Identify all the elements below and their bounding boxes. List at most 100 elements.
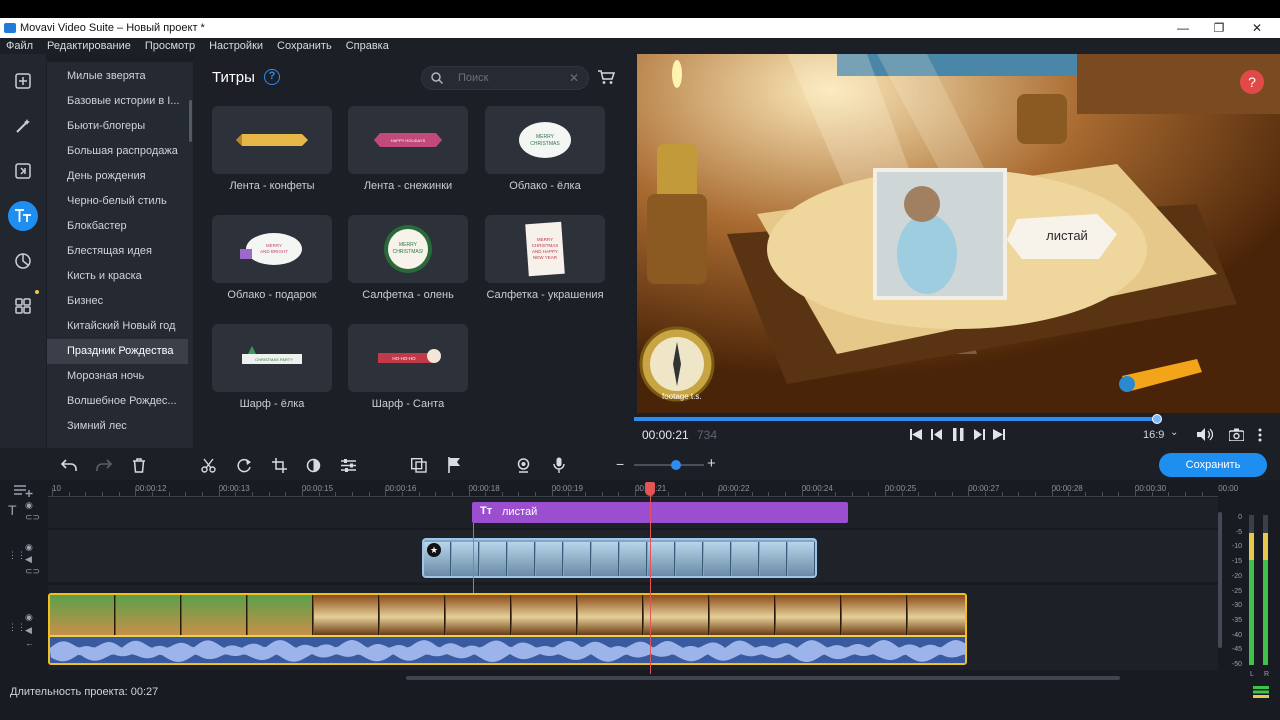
delete-icon[interactable] <box>132 458 146 473</box>
zoom-slider[interactable] <box>634 464 704 466</box>
import-icon[interactable] <box>8 66 38 96</box>
link-icon[interactable]: ⊂⊃ <box>25 566 40 577</box>
cut-icon[interactable] <box>201 458 216 473</box>
title-preset-tile[interactable]: CHRISTMAS PARTY <box>212 324 332 392</box>
link-icon[interactable]: ← <box>25 638 34 648</box>
menu-view[interactable]: Просмотр <box>145 40 195 52</box>
transitions-icon[interactable] <box>8 156 38 186</box>
title-preset-tile[interactable]: MERRY CHRISTMAS AND HAPPY NEW YEAR <box>485 215 605 283</box>
main-video-clip[interactable] <box>48 593 967 665</box>
menu-help[interactable]: Справка <box>346 40 389 52</box>
category-item[interactable]: Морозная ночь <box>47 364 188 389</box>
zoom-in-icon[interactable]: + <box>707 455 716 472</box>
search-input[interactable] <box>458 71 568 85</box>
eye-icon[interactable]: ◉ <box>25 612 33 623</box>
add-track-icon[interactable] <box>14 484 34 497</box>
category-item[interactable]: День рождения <box>47 164 188 189</box>
color-adjust-icon[interactable] <box>306 458 321 473</box>
chevron-down-icon[interactable]: ⌄ <box>1170 427 1178 438</box>
snapshot-icon[interactable] <box>1229 428 1244 441</box>
more-tools-icon[interactable] <box>8 291 38 321</box>
category-item[interactable]: Милые зверята <box>47 64 188 89</box>
rotate-icon[interactable] <box>236 458 252 473</box>
step-forward-icon[interactable] <box>974 429 985 440</box>
category-item[interactable]: Кисть и краска <box>47 264 188 289</box>
clear-search-icon[interactable]: ✕ <box>569 71 579 85</box>
category-item[interactable]: Праздник Рождества <box>47 339 188 364</box>
search-box[interactable]: ✕ <box>421 66 589 90</box>
video-track-icon: ⋮⋮ <box>8 622 26 632</box>
crop-icon[interactable] <box>272 458 287 473</box>
category-item[interactable]: Блокбастер <box>47 214 188 239</box>
overlay-icon[interactable] <box>411 458 427 473</box>
zoom-slider-handle[interactable] <box>671 460 681 470</box>
title-preset-label: Шарф - Санта <box>371 398 445 410</box>
link-icon[interactable]: ⊂⊃ <box>25 512 40 523</box>
eye-icon[interactable]: ◉ <box>25 542 33 553</box>
undo-icon[interactable] <box>60 458 78 472</box>
more-options-icon[interactable] <box>1258 428 1262 442</box>
title-clip[interactable]: Tт листай <box>472 502 848 523</box>
skip-start-icon[interactable] <box>910 429 922 440</box>
playhead-line[interactable] <box>650 482 651 674</box>
title-preset-tile[interactable]: MERRY CHRISTMAS <box>485 106 605 174</box>
category-scrollbar[interactable] <box>189 100 192 142</box>
category-item[interactable]: Китайский Новый год <box>47 314 188 339</box>
step-back-icon[interactable] <box>931 429 942 440</box>
ruler-tick <box>468 488 470 496</box>
category-item[interactable]: Волшебное Рождес... <box>47 389 188 414</box>
title-preset-tile[interactable]: MERRY CHRISTMAS! <box>348 215 468 283</box>
title-preset-label: Лента - конфеты <box>229 180 315 192</box>
title-preset-tile[interactable]: MERRY AND BRIGHT <box>212 215 332 283</box>
playback-handle[interactable] <box>1152 414 1163 424</box>
levels-icon[interactable] <box>1253 686 1269 698</box>
skip-end-icon[interactable] <box>993 429 1005 440</box>
save-button[interactable]: Сохранить <box>1159 453 1267 477</box>
title-preset-tile[interactable] <box>212 106 332 174</box>
close-button[interactable]: ✕ <box>1238 18 1276 38</box>
cart-icon[interactable] <box>597 68 615 86</box>
menu-edit[interactable]: Редактирование <box>47 40 131 52</box>
volume-icon[interactable] <box>1197 428 1213 441</box>
category-item[interactable]: Черно-белый стиль <box>47 189 188 214</box>
titles-icon[interactable] <box>8 201 38 231</box>
redo-icon[interactable] <box>95 458 113 472</box>
eye-icon[interactable]: ◉ <box>25 500 33 511</box>
category-item[interactable]: Бизнес <box>47 289 188 314</box>
svg-text:CHRISTMAS: CHRISTMAS <box>532 243 559 248</box>
video-preview[interactable]: листай footage t.s. ? <box>637 54 1280 413</box>
category-item[interactable]: Зимний лес <box>47 414 188 439</box>
overlay-clip[interactable]: ★ <box>422 538 817 578</box>
favorite-star-icon[interactable]: ★ <box>427 543 441 557</box>
category-item[interactable]: Блестящая идея <box>47 239 188 264</box>
preview-frame: листай footage t.s. ? <box>637 54 1280 413</box>
webcam-icon[interactable] <box>516 458 531 473</box>
title-preset-tile[interactable]: HAPPY HOLIDAYS <box>348 106 468 174</box>
category-item[interactable]: Бьюти-блогеры <box>47 114 188 139</box>
playhead-handle[interactable] <box>645 482 655 496</box>
help-icon[interactable]: ? <box>264 69 280 85</box>
menu-settings[interactable]: Настройки <box>209 40 263 52</box>
magic-wand-icon[interactable] <box>8 111 38 141</box>
aspect-ratio-select[interactable]: 16:9 <box>1143 429 1164 441</box>
minimize-button[interactable]: — <box>1164 18 1202 38</box>
speaker-icon[interactable]: ◀ <box>25 625 32 636</box>
stickers-icon[interactable] <box>8 246 38 276</box>
pause-icon[interactable] <box>953 428 964 441</box>
zoom-out-icon[interactable]: − <box>616 456 624 472</box>
menu-save[interactable]: Сохранить <box>277 40 332 52</box>
clip-properties-icon[interactable] <box>341 458 356 473</box>
timeline-horizontal-scrollbar[interactable] <box>406 676 1120 680</box>
title-preset-tile[interactable]: HO-HO-HO <box>348 324 468 392</box>
maximize-button[interactable]: ❐ <box>1200 18 1238 38</box>
current-time: 00:00:21 <box>642 428 689 442</box>
speaker-icon[interactable]: ◀ <box>25 554 32 565</box>
menu-file[interactable]: Файл <box>6 40 33 52</box>
category-item[interactable]: Базовые истории в I... <box>47 89 188 114</box>
marker-flag-icon[interactable] <box>447 457 461 473</box>
category-item[interactable]: Большая распродажа <box>47 139 188 164</box>
microphone-icon[interactable] <box>553 457 565 473</box>
playback-progress[interactable] <box>634 417 1158 421</box>
timeline-vertical-scrollbar[interactable] <box>1218 512 1222 648</box>
preview-help-icon[interactable]: ? <box>1248 74 1256 90</box>
